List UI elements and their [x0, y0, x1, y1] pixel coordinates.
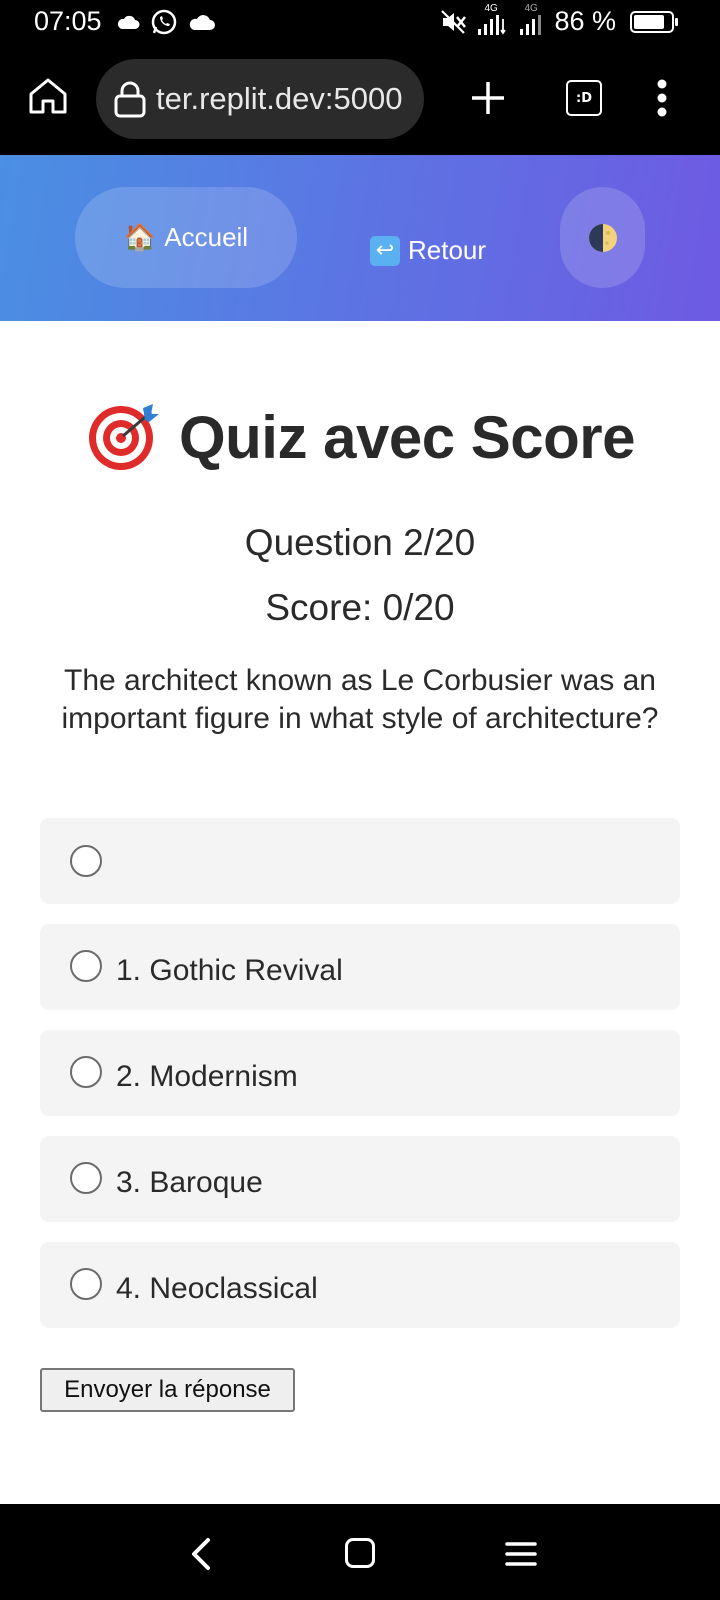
answer-option-label: 2. Modernism — [116, 1060, 298, 1093]
status-time: 07:05 — [34, 6, 102, 36]
home-icon[interactable] — [345, 1538, 375, 1568]
target-icon — [88, 404, 159, 470]
quiz-title: Quiz avec Score — [178, 403, 636, 471]
back-nav-button[interactable]: ↩ Retour — [370, 235, 486, 266]
battery-percent: 86 % — [554, 6, 616, 36]
app-header: 🏠 Accueil ↩ Retour — [0, 155, 720, 321]
half-moon-icon — [588, 223, 617, 252]
muted-icon — [441, 9, 467, 34]
back-nav-label: Retour — [408, 235, 487, 265]
tabs-icon[interactable]: :D — [566, 80, 602, 116]
radio-button[interactable] — [70, 845, 102, 877]
radio-button[interactable] — [70, 950, 102, 982]
back-icon[interactable] — [186, 1536, 218, 1572]
home-nav-label: Accueil — [164, 222, 249, 252]
cloud-icon — [117, 15, 140, 29]
question-counter: Question 2/20 — [244, 522, 476, 563]
answer-option[interactable]: 1. Gothic Revival — [40, 924, 680, 1010]
lock-icon — [114, 81, 146, 118]
status-bar: 07:05 4G 4G 86 % — [0, 0, 720, 44]
submit-answer-button[interactable]: Envoyer la réponse — [40, 1368, 295, 1412]
score-display: Score: 0/20 — [265, 587, 455, 628]
answer-option[interactable]: 2. Modernism — [40, 1030, 680, 1116]
overflow-menu-icon[interactable] — [652, 76, 672, 120]
question-text: The architect known as Le Corbusier was … — [61, 664, 659, 735]
radio-button[interactable] — [70, 1056, 102, 1088]
answer-option-label: 3. Baroque — [116, 1166, 263, 1199]
status-notification-icons — [116, 8, 216, 36]
answer-option[interactable] — [40, 818, 680, 904]
whatsapp-icon — [151, 9, 177, 35]
plus-icon[interactable] — [468, 78, 508, 118]
answer-option[interactable]: 3. Baroque — [40, 1136, 680, 1222]
recents-icon[interactable] — [505, 1540, 537, 1568]
signal-icon: 4G — [518, 3, 546, 37]
home-nav-button[interactable]: 🏠 Accueil — [75, 187, 297, 288]
home-icon[interactable] — [26, 74, 70, 118]
status-system-icons: 4G 4G 86 % — [440, 3, 678, 37]
battery-icon — [630, 10, 678, 33]
browser-toolbar: ter.replit.dev:5000 :D — [0, 44, 720, 155]
answer-option-label: 1. Gothic Revival — [116, 954, 343, 987]
radio-button[interactable] — [70, 1162, 102, 1194]
answer-option-label: 4. Neoclassical — [116, 1272, 318, 1305]
battery-level — [634, 14, 665, 29]
house-icon: 🏠 — [123, 222, 157, 253]
signal-icon: 4G — [476, 3, 510, 37]
theme-toggle-button[interactable] — [560, 187, 645, 288]
page-title: Quiz avec Score — [0, 402, 720, 472]
answer-option[interactable]: 4. Neoclassical — [40, 1242, 680, 1328]
tabs-label: :D — [576, 90, 592, 106]
url-text: ter.replit.dev:5000 — [156, 81, 403, 116]
address-bar[interactable]: ter.replit.dev:5000 — [96, 59, 424, 139]
cloud-icon — [189, 15, 215, 30]
system-nav-bar — [0, 1504, 720, 1600]
back-arrow-icon: ↩ — [370, 235, 400, 266]
radio-button[interactable] — [70, 1268, 102, 1300]
